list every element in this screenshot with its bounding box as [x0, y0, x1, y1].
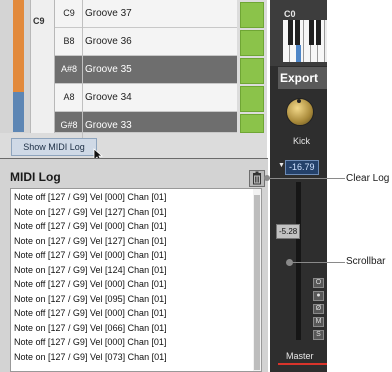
master-indicator [278, 363, 327, 365]
log-line: Note off [127 / G9] Vel [000] Chan [01] [14, 192, 167, 202]
instrument-label: Kick [293, 136, 311, 146]
note-label: C9 [63, 8, 75, 18]
fader-track[interactable] [296, 182, 301, 340]
groove-name: Groove 37 [85, 8, 132, 19]
log-line: Note on [127 / G9] Vel [073] Chan [01] [14, 351, 167, 362]
clear-log-callout: Clear Log [346, 173, 390, 184]
output-button[interactable]: O [313, 278, 324, 288]
keyboard-octave-label: C0 [284, 9, 296, 19]
master-label: Master [286, 351, 314, 361]
volume-arrow-icon: ▼ [278, 162, 285, 169]
clear-log-callout-dot [264, 175, 270, 181]
note-label: B8 [63, 36, 75, 46]
green-pad[interactable] [240, 114, 264, 133]
log-line: Note on [127 / G9] Vel [124] Chan [01] [14, 264, 167, 275]
scrollbar-thumb[interactable] [254, 195, 260, 370]
scrollbar-callout-line [288, 262, 345, 263]
scrollbar-callout: Scrollbar [346, 256, 386, 267]
groove-row[interactable]: B8 Groove 36 [55, 28, 237, 56]
log-line: Note off [127 / G9] Vel [000] Chan [01] [14, 250, 167, 260]
phase-button[interactable]: Ø [313, 304, 324, 314]
log-line: Note off [127 / G9] Vel [000] Chan [01] [14, 337, 167, 347]
groove-name: Groove 33 [85, 120, 132, 131]
green-pad[interactable] [240, 30, 264, 56]
active-key [296, 45, 301, 62]
groove-row[interactable]: A#8 Groove 35 [55, 56, 237, 84]
trash-icon [253, 171, 261, 185]
green-pad[interactable] [240, 2, 264, 28]
note-label: G#8 [60, 120, 78, 130]
clear-log-button[interactable] [249, 170, 265, 187]
log-line: Note off [127 / G9] Vel [000] Chan [01] [14, 279, 167, 289]
fader-handle[interactable]: -5.28 [276, 224, 300, 239]
log-line: Note on [127 / G9] Vel [066] Chan [01] [14, 322, 167, 333]
log-line: Note on [127 / G9] Vel [127] Chan [01] [14, 235, 167, 246]
groove-name: Groove 35 [85, 64, 132, 75]
mini-keyboard[interactable] [283, 20, 327, 62]
channel-name: Export [280, 71, 319, 85]
groove-name: Groove 36 [85, 36, 132, 47]
green-pad[interactable] [240, 58, 264, 84]
orange-range-bar [13, 0, 24, 92]
record-button[interactable]: ● [313, 291, 324, 301]
log-line: Note on [127 / G9] Vel [095] Chan [01] [14, 293, 167, 304]
clear-log-callout-line [265, 178, 345, 179]
midi-log-title: MIDI Log [10, 170, 61, 184]
volume-readout[interactable]: -16.79 [285, 160, 319, 175]
pad-label: C9 [33, 16, 45, 26]
groove-row[interactable]: A8 Groove 34 [55, 84, 237, 112]
knob-indicator [297, 99, 301, 103]
groove-row[interactable]: C9 Groove 37 [55, 0, 237, 28]
log-line: Note off [127 / G9] Vel [000] Chan [01] [14, 221, 167, 231]
note-label: A8 [63, 92, 75, 102]
green-pad[interactable] [240, 86, 264, 112]
groove-row[interactable]: G#8 Groove 33 [55, 112, 237, 140]
mute-button[interactable]: M [313, 317, 324, 327]
solo-button[interactable]: S [313, 330, 324, 340]
log-line: Note on [127 / G9] Vel [127] Chan [01] [14, 206, 167, 217]
scrollbar-callout-dot [286, 259, 293, 266]
blue-range-bar [13, 92, 24, 132]
show-midi-log-button[interactable]: Show MIDI Log [11, 138, 97, 156]
note-label: A#8 [60, 64, 77, 74]
log-line: Note off [127 / G9] Vel [000] Chan [01] [14, 308, 167, 318]
groove-list: C9 Groove 37 B8 Groove 36 A#8 Groove 35 … [55, 0, 237, 140]
groove-name: Groove 34 [85, 92, 132, 103]
green-pad-column [240, 0, 264, 133]
